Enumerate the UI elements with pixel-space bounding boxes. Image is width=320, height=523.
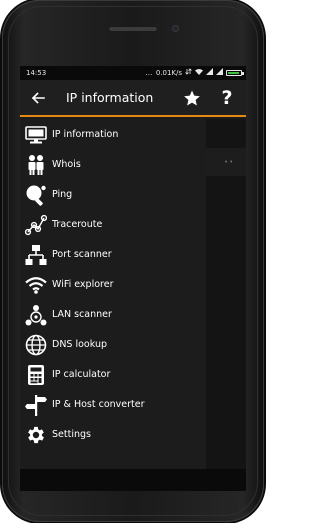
network-tree-icon	[24, 243, 48, 267]
nav-item-ping[interactable]: Ping	[20, 180, 206, 210]
page-title: IP information	[66, 90, 154, 105]
nav-label-ip-information: IP information	[52, 129, 119, 140]
nav-label-dns-lookup: DNS lookup	[52, 339, 107, 350]
gear-icon	[24, 423, 48, 447]
nav-label-ip-calculator: IP calculator	[52, 369, 111, 380]
content-dots: ••	[224, 158, 235, 166]
nav-label-whois: Whois	[52, 159, 81, 170]
nav-item-ip-host-converter[interactable]: IP & Host converter	[20, 390, 206, 420]
people-icon	[24, 153, 48, 177]
nav-label-ip-host-converter: IP & Host converter	[52, 399, 145, 410]
nav-item-ip-calculator[interactable]: IP calculator	[20, 360, 206, 390]
arrow-left-icon	[31, 92, 45, 104]
nav-label-traceroute: Traceroute	[52, 219, 103, 230]
status-bar: 14:53 … 0.01K/s	[20, 66, 246, 80]
phone-screen: 14:53 … 0.01K/s IP information ? •• IP i…	[20, 66, 246, 469]
ping-pong-icon	[24, 183, 48, 207]
nav-item-lan-scanner[interactable]: LAN scanner	[20, 300, 206, 330]
back-button[interactable]	[28, 88, 48, 108]
wifi-status-icon	[195, 66, 203, 80]
monitor-icon	[24, 123, 48, 147]
transfer-icon	[185, 66, 192, 80]
nav-label-settings: Settings	[52, 429, 91, 440]
status-icons: … 0.01K/s	[145, 66, 244, 80]
status-time: 14:53	[26, 69, 47, 77]
overflow-dots-icon: …	[145, 69, 153, 77]
signal-strength-icon-2	[216, 66, 223, 80]
nav-item-dns-lookup[interactable]: DNS lookup	[20, 330, 206, 360]
nav-label-wifi-explorer: WiFi explorer	[52, 279, 114, 290]
star-icon	[184, 90, 200, 106]
help-button[interactable]: ?	[216, 85, 238, 111]
traceroute-icon	[24, 213, 48, 237]
nav-item-ip-information[interactable]: IP information	[20, 120, 206, 150]
nav-label-port-scanner: Port scanner	[52, 249, 112, 260]
wifi-icon	[24, 273, 48, 297]
signpost-icon	[24, 393, 48, 417]
lan-icon	[24, 303, 48, 327]
front-camera	[172, 25, 179, 32]
earpiece-speaker	[109, 26, 157, 31]
favorite-button[interactable]	[182, 88, 202, 108]
nav-item-whois[interactable]: Whois	[20, 150, 206, 180]
nav-item-port-scanner[interactable]: Port scanner	[20, 240, 206, 270]
battery-fill	[228, 72, 240, 74]
navigation-drawer: IP information Whois Ping Traceroute Por…	[20, 119, 206, 469]
calculator-icon	[24, 363, 48, 387]
network-speed: 0.01K/s	[155, 69, 182, 77]
main-content-obscured: ••	[206, 119, 246, 469]
app-bar: IP information ?	[20, 80, 246, 117]
nav-item-wifi-explorer[interactable]: WiFi explorer	[20, 270, 206, 300]
content-row: ••	[206, 148, 246, 176]
nav-label-lan-scanner: LAN scanner	[52, 309, 112, 320]
nav-item-traceroute[interactable]: Traceroute	[20, 210, 206, 240]
globe-icon	[24, 333, 48, 357]
nav-item-settings[interactable]: Settings	[20, 420, 206, 450]
signal-strength-icon	[206, 66, 213, 80]
nav-label-ping: Ping	[52, 189, 73, 200]
battery-icon	[226, 70, 244, 76]
screen-bottom-bezel	[20, 469, 246, 491]
